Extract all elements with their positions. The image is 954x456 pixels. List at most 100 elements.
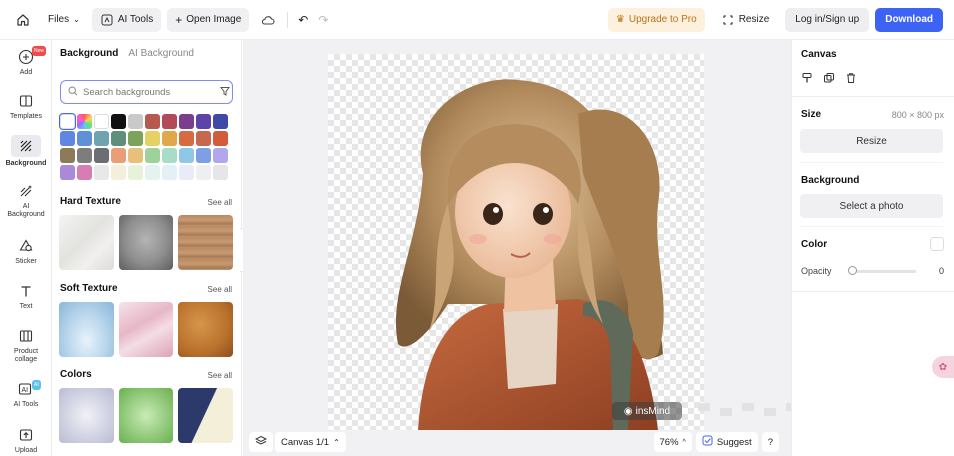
home-button[interactable] bbox=[12, 8, 34, 32]
color-swatch[interactable] bbox=[213, 148, 228, 163]
resize-top-button[interactable]: Resize bbox=[713, 8, 778, 32]
filter-icon[interactable] bbox=[220, 86, 230, 99]
color-swatch[interactable] bbox=[128, 165, 143, 180]
rail-item-sticker[interactable]: Sticker bbox=[2, 237, 50, 266]
ai-tools-button[interactable]: AI Tools bbox=[91, 7, 162, 32]
color-swatch[interactable] bbox=[179, 148, 194, 163]
concrete-texture-thumb[interactable] bbox=[118, 215, 174, 270]
color-swatch[interactable] bbox=[77, 131, 92, 146]
color-swatch[interactable] bbox=[145, 131, 160, 146]
color-swatch[interactable] bbox=[162, 114, 177, 129]
color-swatch[interactable] bbox=[162, 148, 177, 163]
rail-item-ai-background[interactable]: AI Background bbox=[2, 182, 50, 219]
grey-gradient-thumb[interactable] bbox=[59, 388, 114, 443]
color-swatch[interactable] bbox=[94, 165, 109, 180]
color-swatch[interactable] bbox=[213, 131, 228, 146]
suggest-button[interactable]: Suggest bbox=[695, 432, 758, 452]
resize-button[interactable]: Resize bbox=[800, 129, 943, 153]
zoom-control[interactable]: 76% ^ bbox=[653, 432, 692, 452]
color-swatch[interactable] bbox=[196, 165, 211, 180]
undo-button[interactable]: ↶ bbox=[292, 8, 314, 32]
color-swatch[interactable] bbox=[179, 165, 194, 180]
color-swatch[interactable] bbox=[196, 131, 211, 146]
toolbar-divider bbox=[287, 11, 289, 28]
color-swatch[interactable] bbox=[60, 131, 75, 146]
upgrade-to-pro-button[interactable]: ♛ Upgrade to Pro bbox=[607, 7, 705, 32]
color-swatch[interactable] bbox=[60, 148, 75, 163]
layers-button[interactable] bbox=[249, 432, 273, 452]
color-swatch[interactable] bbox=[128, 131, 143, 146]
color-swatch[interactable] bbox=[196, 148, 211, 163]
canvas-pages-button[interactable]: Canvas 1/1 ⌃ bbox=[275, 432, 346, 452]
colors-see-all-link[interactable]: See all bbox=[208, 371, 232, 380]
ai-tools-icon bbox=[100, 13, 114, 27]
canvas-action-icons bbox=[801, 72, 857, 87]
color-swatch[interactable] bbox=[77, 114, 92, 129]
duplicate-icon[interactable] bbox=[823, 72, 835, 87]
color-swatch[interactable] bbox=[196, 114, 211, 129]
download-button[interactable]: Download bbox=[875, 7, 943, 32]
color-swatch[interactable] bbox=[77, 148, 92, 163]
girl-cutout-image[interactable] bbox=[328, 54, 704, 430]
trash-icon[interactable] bbox=[845, 72, 857, 87]
color-swatch[interactable] bbox=[179, 131, 194, 146]
rail-item-upload[interactable]: Upload bbox=[2, 426, 50, 455]
color-swatch[interactable] bbox=[128, 148, 143, 163]
color-swatch[interactable] bbox=[162, 165, 177, 180]
color-swatch[interactable] bbox=[111, 148, 126, 163]
rail-item-background[interactable]: Background bbox=[2, 135, 50, 168]
color-swatch[interactable] bbox=[213, 114, 228, 129]
sticker-icon bbox=[16, 237, 36, 255]
rail-item-ai-tools[interactable]: AI AI AI Tools bbox=[2, 380, 50, 409]
color-swatch[interactable] bbox=[77, 165, 92, 180]
color-swatch[interactable] bbox=[111, 165, 126, 180]
rail-item-add[interactable]: New Add bbox=[2, 46, 50, 77]
color-swatch[interactable] bbox=[213, 165, 228, 180]
files-menu-button[interactable]: Files ⌄ bbox=[40, 8, 88, 32]
open-image-button[interactable]: + Open Image bbox=[167, 7, 250, 32]
redo-button[interactable]: ↷ bbox=[314, 8, 332, 32]
color-swatch[interactable] bbox=[94, 131, 109, 146]
color-swatch[interactable] bbox=[145, 114, 160, 129]
color-swatch[interactable] bbox=[145, 148, 160, 163]
wood-texture-thumb[interactable] bbox=[178, 215, 234, 270]
rail-item-text[interactable]: Text bbox=[2, 282, 50, 311]
color-swatch[interactable] bbox=[145, 165, 160, 180]
color-swatch[interactable] bbox=[162, 131, 177, 146]
hard-texture-see-all-link[interactable]: See all bbox=[208, 198, 232, 207]
rail-item-product-collage[interactable]: Product collage bbox=[2, 327, 50, 364]
tab-background[interactable]: Background bbox=[60, 48, 118, 59]
color-swatch[interactable] bbox=[111, 131, 126, 146]
color-label: Color bbox=[801, 239, 828, 250]
search-input[interactable] bbox=[83, 86, 215, 98]
select-photo-button[interactable]: Select a photo bbox=[800, 194, 943, 218]
help-button[interactable]: ? bbox=[761, 432, 779, 452]
layers-icon bbox=[254, 435, 268, 450]
floating-assistant-button[interactable]: ✿ bbox=[932, 356, 954, 378]
login-signup-button[interactable]: Log in/Sign up bbox=[785, 7, 870, 32]
amber-gradient-thumb[interactable] bbox=[178, 302, 234, 357]
color-swatch[interactable] bbox=[111, 114, 126, 129]
marble-texture-thumb[interactable] bbox=[59, 215, 114, 270]
green-gradient-thumb[interactable] bbox=[118, 388, 174, 443]
tab-ai-background[interactable]: AI Background bbox=[128, 48, 194, 59]
color-swatch[interactable] bbox=[179, 114, 194, 129]
navy-cream-thumb[interactable] bbox=[178, 388, 234, 443]
format-painter-icon[interactable] bbox=[801, 72, 813, 87]
color-swatch[interactable] bbox=[128, 114, 143, 129]
soft-texture-see-all-link[interactable]: See all bbox=[208, 285, 232, 294]
chevron-up-icon: ⌃ bbox=[333, 437, 340, 447]
opacity-slider-thumb[interactable] bbox=[848, 266, 857, 275]
color-picker-swatch[interactable] bbox=[930, 237, 944, 251]
color-swatch[interactable] bbox=[94, 114, 109, 129]
color-swatch[interactable] bbox=[60, 165, 75, 180]
help-icon: ? bbox=[767, 436, 773, 448]
cloud-save-button[interactable] bbox=[253, 8, 283, 32]
color-swatch[interactable] bbox=[94, 148, 109, 163]
artboard[interactable]: ◉ insMind bbox=[328, 54, 704, 430]
color-swatch[interactable] bbox=[59, 113, 76, 130]
water-splash-thumb[interactable] bbox=[59, 302, 114, 357]
pink-silk-thumb[interactable] bbox=[118, 302, 174, 357]
rail-item-templates[interactable]: Templates bbox=[2, 92, 50, 121]
opacity-slider-track[interactable] bbox=[850, 270, 916, 273]
